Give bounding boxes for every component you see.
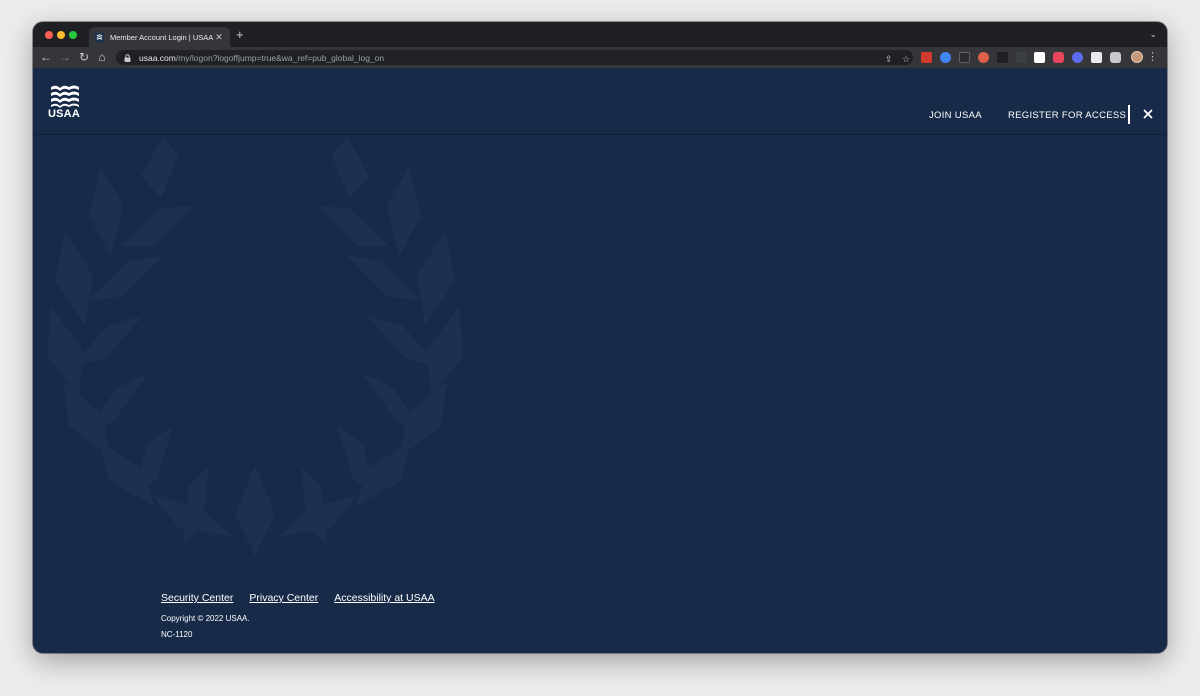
tab-search-chevron-icon[interactable]: ⌄ <box>1149 29 1157 40</box>
extension-red-icon[interactable] <box>921 52 932 63</box>
maximize-window-button[interactable] <box>69 31 77 39</box>
register-for-access-link[interactable]: REGISTER FOR ACCESS <box>1008 110 1126 121</box>
laurel-wreath-watermark <box>47 136 463 556</box>
security-center-link[interactable]: Security Center <box>161 592 233 604</box>
star-icon[interactable]: ☆ <box>902 54 910 65</box>
extension-a-icon[interactable] <box>1034 52 1045 63</box>
forward-icon[interactable]: → <box>58 50 72 64</box>
page-content: USAA JOIN USAA REGISTER FOR ACCESS Secur… <box>33 68 1167 653</box>
join-usaa-link[interactable]: JOIN USAA <box>929 110 982 121</box>
extension-tool-icon[interactable] <box>1016 52 1027 63</box>
menu-icon[interactable]: ⋮ <box>1147 51 1158 63</box>
tab-close-icon[interactable]: ✕ <box>214 32 224 43</box>
nav-divider <box>1128 105 1130 124</box>
share-icon[interactable]: ⇪ <box>885 54 893 65</box>
url-host: usaa.com <box>139 52 176 63</box>
extension-pocket-icon[interactable] <box>1053 52 1064 63</box>
url-path: /my/logon?logoffjump=true&wa_ref=pub_glo… <box>175 52 385 63</box>
address-bar[interactable]: usaa.com /my/logon?logoffjump=true&wa_re… <box>116 50 913 65</box>
extension-gear-icon[interactable] <box>1072 52 1083 63</box>
close-window-button[interactable] <box>45 31 53 39</box>
browser-tab[interactable]: Member Account Login | USAA ✕ <box>89 27 230 47</box>
extension-circle-icon[interactable] <box>978 52 989 63</box>
browser-toolbar: ← → ↻ ⌂ usaa.com /my/logon?logoffjump=tr… <box>33 47 1167 68</box>
site-footer: Security Center Privacy Center Accessibi… <box>161 592 435 639</box>
home-icon[interactable]: ⌂ <box>95 50 109 64</box>
extension-grid-icon[interactable] <box>959 52 970 63</box>
logo-wordmark: USAA <box>48 108 80 120</box>
new-tab-icon[interactable]: + <box>236 28 244 42</box>
copyright-text: Copyright © 2022 USAA. <box>161 614 250 623</box>
footer-links: Security Center Privacy Center Accessibi… <box>161 592 435 604</box>
footer-code: NC-1120 <box>161 630 193 639</box>
usaa-favicon-icon <box>95 32 104 42</box>
lock-icon[interactable] <box>124 53 133 62</box>
profile-avatar[interactable] <box>1131 51 1143 63</box>
extension-p-icon[interactable] <box>997 52 1008 63</box>
privacy-center-link[interactable]: Privacy Center <box>249 592 318 604</box>
minimize-window-button[interactable] <box>57 31 65 39</box>
back-icon[interactable]: ← <box>39 50 53 64</box>
browser-title-bar: Member Account Login | USAA ✕ + ⌄ <box>33 22 1167 47</box>
extensions-icon[interactable] <box>1110 52 1121 63</box>
close-icon[interactable] <box>1141 107 1155 121</box>
tab-title: Member Account Login | USAA <box>110 32 214 42</box>
usaa-logo[interactable]: USAA <box>48 83 82 121</box>
reload-icon[interactable]: ↻ <box>77 50 91 64</box>
accessibility-link[interactable]: Accessibility at USAA <box>334 592 434 604</box>
browser-window: Member Account Login | USAA ✕ + ⌄ ← → ↻ … <box>33 22 1167 653</box>
extension-hash-icon[interactable] <box>1091 52 1102 63</box>
site-header: USAA JOIN USAA REGISTER FOR ACCESS <box>33 68 1167 135</box>
extension-chrome-icon[interactable] <box>940 52 951 63</box>
